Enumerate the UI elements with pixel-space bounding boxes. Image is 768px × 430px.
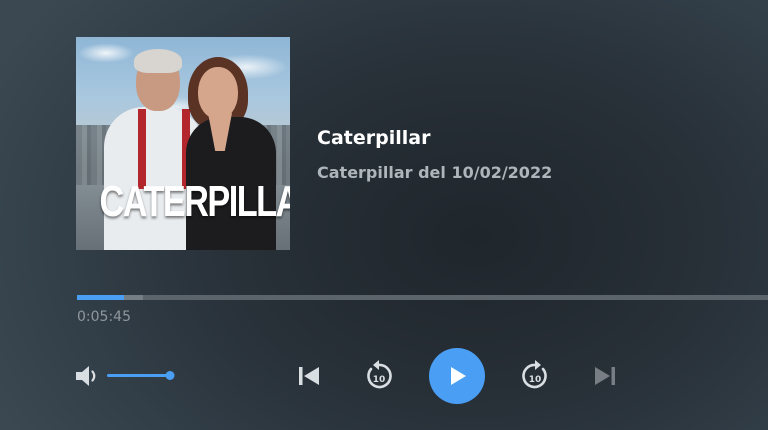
skip-next-button[interactable] [590, 362, 620, 390]
forward-seconds-label: 10 [529, 375, 542, 385]
volume-handle[interactable] [165, 371, 175, 380]
rewind-10-icon: 10 [367, 360, 392, 389]
skip-previous-button[interactable] [294, 362, 324, 390]
progress-bar[interactable] [77, 295, 768, 300]
play-button[interactable] [429, 348, 485, 404]
episode-title: Caterpillar [317, 127, 431, 149]
volume-level [107, 374, 170, 377]
audio-player: CATERPILLAR Caterpillar Caterpillar del … [0, 0, 768, 430]
forward-10-button[interactable]: 10 [518, 358, 552, 394]
elapsed-time: 0:05:45 [77, 309, 131, 325]
volume-icon[interactable] [74, 363, 102, 389]
play-icon [451, 367, 466, 385]
volume-slider[interactable] [107, 371, 175, 380]
episode-subtitle: Caterpillar del 10/02/2022 [317, 163, 553, 182]
progress-played [77, 295, 124, 300]
skip-previous-icon [299, 367, 319, 385]
episode-artwork: CATERPILLAR [76, 37, 290, 250]
skip-next-icon [595, 367, 615, 385]
rewind-10-button[interactable]: 10 [362, 358, 396, 394]
forward-10-icon: 10 [522, 360, 547, 389]
artwork-title: CATERPILLAR [99, 177, 290, 226]
rewind-seconds-label: 10 [373, 375, 386, 385]
